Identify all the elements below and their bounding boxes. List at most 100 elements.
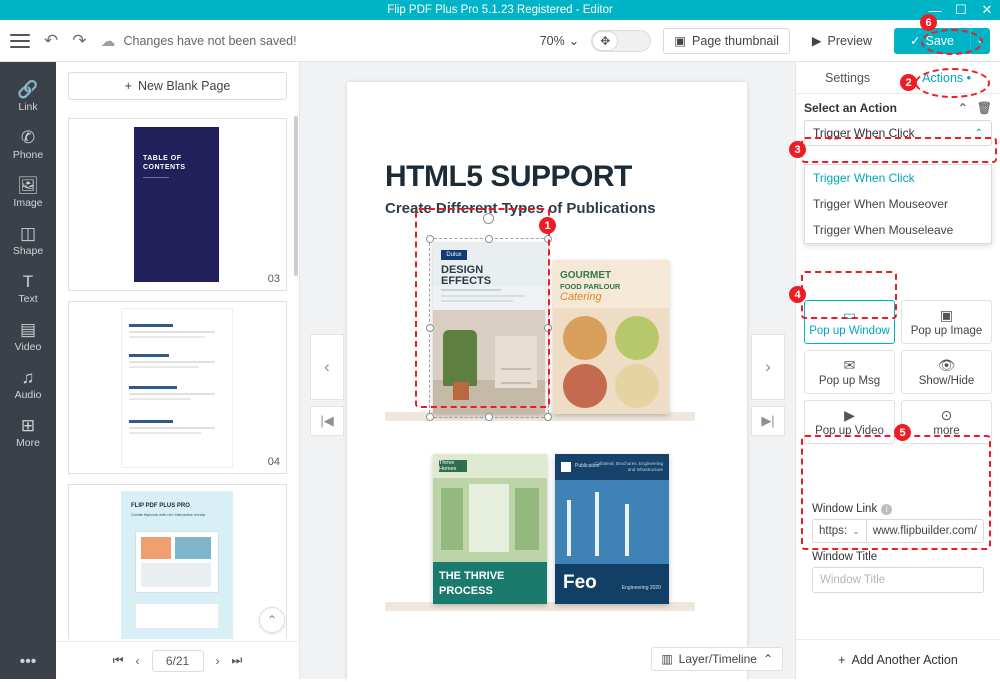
canvas-area[interactable]: HTML5 SUPPORT Create Different Types of … [300, 62, 795, 682]
new-blank-page-button[interactable]: + New Blank Page [68, 72, 287, 100]
window-link-section: Window Link i https: ⌄ www.flipbuilder.c… [804, 497, 992, 603]
page-canvas[interactable]: HTML5 SUPPORT Create Different Types of … [347, 82, 747, 682]
undo-icon[interactable]: ↶ [44, 32, 58, 49]
annotation-badge-1: 1 [539, 217, 556, 234]
thumbnail-item[interactable]: FLIP PDF PLUS PRO Create flipbook with r… [68, 484, 287, 639]
layer-timeline-button[interactable]: ▥ Layer/Timeline ⌃ [651, 647, 783, 671]
next-page-icon[interactable]: › [216, 654, 220, 668]
window-link-input[interactable]: www.flipbuilder.com/ [865, 519, 984, 543]
book-gourmet-food[interactable]: GOURMET FOOD PARLOUR Catering [553, 260, 669, 414]
redo-icon[interactable]: ↷ [72, 32, 86, 49]
audio-icon: ♫ [21, 368, 35, 387]
action-show-hide[interactable]: 👁 Show/Hide [901, 350, 992, 394]
prev-page-icon[interactable]: ‹ [136, 654, 140, 668]
collapse-thumbnails-icon[interactable]: ⌃ [259, 607, 285, 633]
rail-label: Image [13, 197, 43, 209]
tab-actions[interactable]: Actions • [920, 67, 973, 89]
preview-button[interactable]: ▶ Preview [801, 27, 883, 54]
window-titlebar: Flip PDF Plus Pro 5.1.23 Registered - Ed… [0, 0, 1000, 20]
window-title-input[interactable]: Window Title [812, 567, 984, 593]
collapse-icon[interactable]: ⌃ [958, 101, 968, 115]
text-icon: T [22, 272, 34, 291]
action-label: Pop up Video [815, 424, 884, 437]
rail-item-image[interactable]: 🖼 Image [0, 168, 56, 216]
last-page-icon[interactable]: ⏭ [232, 653, 243, 668]
action-pop-up-window[interactable]: ▭ Pop up Window [804, 300, 895, 344]
shape-icon: ◫ [19, 224, 37, 243]
action-more[interactable]: ⊙ more [901, 400, 992, 444]
rail-item-video[interactable]: ▤ Video [0, 312, 56, 360]
save-button[interactable]: ✓ Save [894, 27, 970, 54]
delete-icon[interactable]: 🗑 [977, 101, 992, 115]
save-group: ✓ Save ⌄ [894, 27, 990, 54]
protocol-select[interactable]: https: ⌄ [812, 519, 866, 543]
book-feo[interactable]: Publication Collateral, Brochures, Engin… [555, 454, 669, 604]
annotation-badge-2: 2 [900, 74, 917, 91]
layers-icon: ▥ [661, 652, 673, 666]
rail-item-phone[interactable]: ✆ Phone [0, 120, 56, 168]
annotation-badge-3: 3 [789, 141, 806, 158]
book-title: THE THRIVE [439, 570, 505, 582]
rail-overflow-icon[interactable]: ••• [20, 653, 37, 671]
page-number-input[interactable]: 6/21 [151, 649, 204, 672]
trigger-select-value: Trigger When Click [813, 126, 915, 140]
action-pop-up-image[interactable]: ▣ Pop up Image [901, 300, 992, 344]
tab-settings[interactable]: Settings [823, 67, 872, 89]
check-icon: ✓ [910, 34, 921, 48]
page-thumbnail-button[interactable]: ▣ Page thumbnail [663, 27, 790, 54]
rail-item-audio[interactable]: ♫ Audio [0, 360, 56, 408]
book-thrive-process[interactable]: Thrive Homes THE THRIVE PROCESS [433, 454, 547, 604]
play-icon: ▶ [811, 34, 822, 48]
thumbnail-scrollbar[interactable] [294, 116, 298, 276]
hamburger-menu-icon[interactable] [10, 33, 30, 48]
trigger-option-click[interactable]: Trigger When Click [805, 165, 991, 191]
trigger-option-mouseover[interactable]: Trigger When Mouseover [805, 191, 991, 217]
prev-page-button[interactable]: ‹ [310, 334, 344, 400]
image-icon: 🖼 [17, 176, 39, 195]
rail-item-link[interactable]: 🔗 Link [0, 72, 56, 120]
right-panel-tabs: Settings Actions • [796, 62, 1000, 94]
rotate-handle[interactable] [483, 213, 494, 224]
info-icon[interactable]: i [881, 503, 893, 515]
hand-tool-toggle[interactable]: ✥ [591, 29, 652, 52]
window-link-row: https: ⌄ www.flipbuilder.com/ [812, 519, 984, 543]
window-title: Flip PDF Plus Pro 5.1.23 Registered - Ed… [387, 4, 613, 16]
save-label: Save [925, 33, 955, 48]
action-label: more [933, 424, 960, 437]
rail-item-more[interactable]: ⊞ More [0, 408, 56, 456]
action-label: Show/Hide [918, 374, 975, 387]
add-another-action-label: Add Another Action [851, 652, 958, 667]
next-page-button[interactable]: › [751, 334, 785, 400]
right-panel: Settings Actions • Select an Action ⌃ 🗑 … [795, 62, 1000, 679]
preview-label: Preview [827, 33, 873, 48]
close-icon[interactable]: ✕ [974, 0, 1000, 20]
trigger-select[interactable]: Trigger When Click ⌃ [804, 120, 992, 146]
save-dropdown-caret[interactable]: ⌄ [970, 27, 990, 54]
first-page-icon[interactable]: ⏮ [113, 653, 124, 668]
annotation-badge-4: 4 [789, 286, 806, 303]
rail-item-text[interactable]: T Text [0, 264, 56, 312]
thumbnail-item[interactable]: TABLE OF CONTENTS 03 [68, 118, 287, 291]
book-title2: PROCESS [439, 585, 493, 597]
trigger-dropdown: Trigger When Click Trigger When Mouseove… [804, 164, 992, 244]
video-icon: ▤ [19, 320, 37, 339]
maximize-icon[interactable]: ☐ [948, 0, 974, 20]
first-page-button[interactable]: |◀ [310, 406, 344, 436]
more-icon: ⊞ [20, 416, 36, 435]
protocol-value: https: [819, 525, 848, 537]
add-another-action-button[interactable]: + Add Another Action [796, 639, 1000, 679]
action-pop-up-video[interactable]: ▶ Pop up Video [804, 400, 895, 444]
thumbnail-page-number: 04 [267, 456, 280, 468]
select-action-header: Select an Action ⌃ 🗑 [796, 94, 1000, 120]
thumbnail-item[interactable]: 04 [68, 301, 287, 474]
action-label: Pop up Image [910, 324, 983, 337]
annotation-badge-5: 5 [894, 424, 911, 441]
section-header-actions: ⌃ 🗑 [958, 101, 992, 115]
toolbar-right-group: 70% ⌄ ✥ ▣ Page thumbnail ▶ Preview ✓ Sav… [540, 27, 990, 54]
zoom-selector[interactable]: 70% ⌄ [540, 33, 580, 49]
last-page-button[interactable]: ▶| [751, 406, 785, 436]
action-pop-up-msg[interactable]: ✉ Pop up Msg [804, 350, 895, 394]
trigger-option-mouseleave[interactable]: Trigger When Mouseleave [805, 217, 991, 243]
rail-label: More [16, 437, 40, 449]
rail-item-shape[interactable]: ◫ Shape [0, 216, 56, 264]
